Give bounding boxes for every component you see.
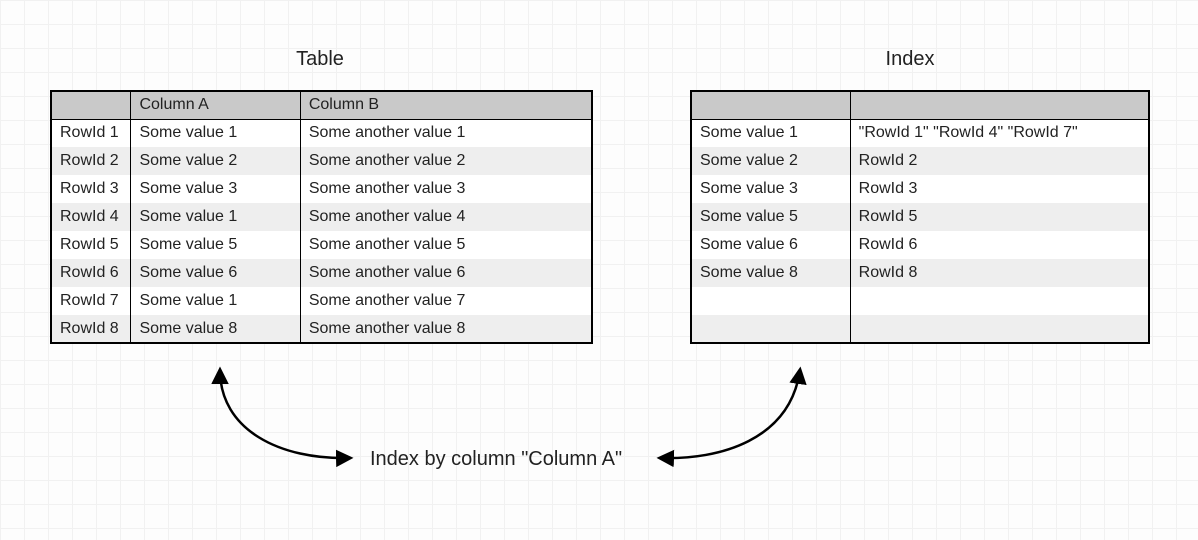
arrow-left <box>220 370 350 458</box>
diagram-stage: Table Index Column A Column B RowId 1 So… <box>0 0 1198 540</box>
arrow-right <box>660 370 800 458</box>
relationship-arrows <box>0 0 1198 540</box>
